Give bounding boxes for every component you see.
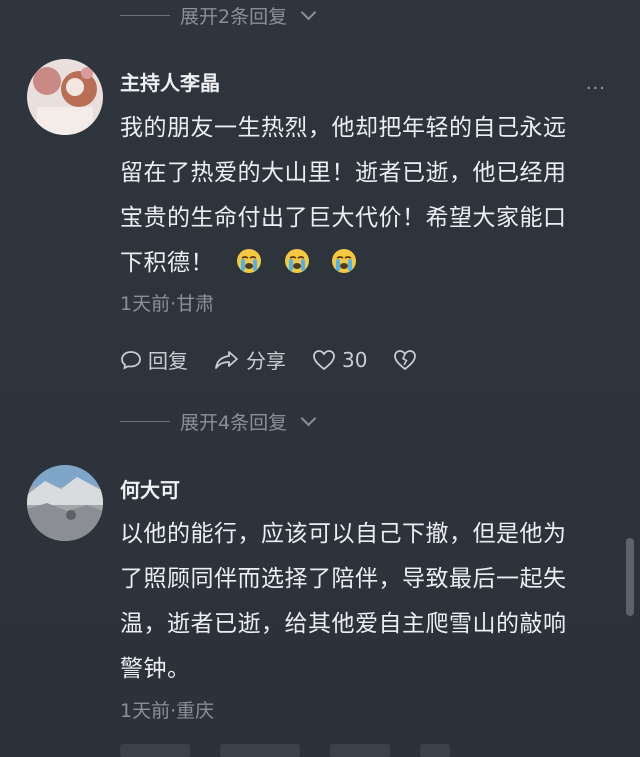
avatar-image bbox=[27, 59, 103, 135]
comment1-line: 宝贵的生命付出了巨大代价！希望大家能口 bbox=[120, 205, 567, 231]
comment2-line: 警钟。 bbox=[120, 656, 191, 682]
like-button[interactable]: 30 bbox=[312, 348, 367, 372]
heart-icon bbox=[313, 349, 335, 370]
chevron-down-icon bbox=[300, 4, 317, 21]
comment2-line: 了照顾同伴而选择了陪伴，导致最后一起失 bbox=[120, 566, 567, 592]
comment2-line: 温，逝者已逝，给其他爱自主爬雪山的敲响 bbox=[120, 611, 567, 637]
comment1-line: 留在了热爱的大山里！逝者已逝，他已经用 bbox=[120, 160, 567, 186]
share-arrow-icon bbox=[215, 350, 238, 369]
comment1-username[interactable]: 主持人李晶 bbox=[120, 67, 220, 96]
comment2-line: 以他的能行，应该可以自己下撤，但是他为 bbox=[120, 521, 567, 547]
comment2-username[interactable]: 何大可 bbox=[120, 474, 180, 503]
divider-line bbox=[120, 15, 170, 16]
avatar-comment1[interactable] bbox=[27, 59, 103, 135]
comment-bubble-icon bbox=[121, 350, 141, 370]
broken-heart-icon bbox=[394, 349, 417, 370]
reply-button[interactable]: 回复 bbox=[120, 345, 188, 374]
dislike-button[interactable] bbox=[393, 349, 417, 371]
expand-replies-label: 展开2条回复 bbox=[180, 6, 288, 28]
comment1-actions: 回复 分享 30 bbox=[120, 345, 443, 374]
comment-thread-screen: 展开2条回复 主持人李晶 ··· 我的朋友一生热烈，他却把年轻的自己永远 留在了… bbox=[0, 0, 640, 757]
cutoff-action bbox=[120, 744, 190, 757]
next-actions-row-cutoff bbox=[120, 744, 520, 757]
share-button[interactable]: 分享 bbox=[214, 345, 286, 374]
comment1-line: 我的朋友一生热烈，他却把年轻的自己永远 bbox=[120, 115, 567, 141]
divider-line bbox=[120, 421, 170, 422]
expand-replies-top[interactable]: 展开2条回复 bbox=[120, 2, 317, 29]
comment1-text: 我的朋友一生热烈，他却把年轻的自己永远 留在了热爱的大山里！逝者已逝，他已经用 … bbox=[120, 106, 600, 286]
expand-replies-label: 展开4条回复 bbox=[180, 412, 288, 434]
cutoff-action bbox=[220, 744, 300, 757]
crying-face-icon bbox=[236, 249, 261, 273]
share-label: 分享 bbox=[246, 349, 286, 373]
like-count: 30 bbox=[342, 347, 368, 372]
more-options-icon[interactable]: ··· bbox=[586, 78, 606, 99]
comment2-meta: 1天前·重庆 bbox=[120, 700, 215, 722]
comment2-text: 以他的能行，应该可以自己下撤，但是他为 了照顾同伴而选择了陪伴，导致最后一起失 … bbox=[120, 512, 600, 692]
crying-face-icon bbox=[332, 249, 357, 273]
comment1-line-last: 下积德！ bbox=[120, 241, 600, 286]
chevron-down-icon bbox=[300, 410, 317, 427]
reply-label: 回复 bbox=[148, 349, 188, 373]
expand-replies-comment1[interactable]: 展开4条回复 bbox=[120, 408, 317, 435]
crying-face-icon bbox=[284, 249, 309, 273]
scrollbar-thumb[interactable] bbox=[626, 538, 634, 616]
avatar-image bbox=[27, 465, 103, 541]
cutoff-action bbox=[420, 744, 450, 757]
avatar-comment2[interactable] bbox=[27, 465, 103, 541]
cutoff-action bbox=[330, 744, 390, 757]
comment1-line: 下积德！ bbox=[120, 250, 214, 276]
comment1-meta: 1天前·甘肃 bbox=[120, 293, 215, 315]
